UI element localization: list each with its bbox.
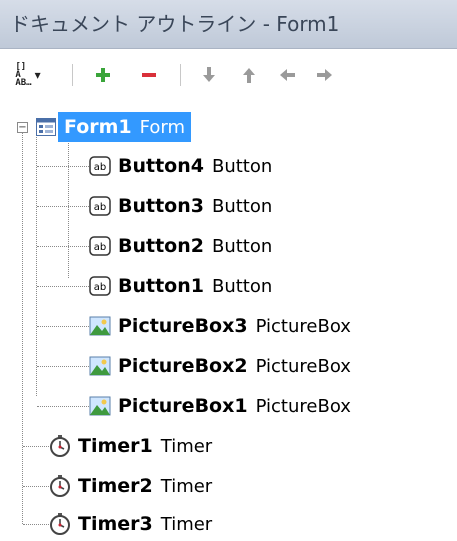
tree-node-timer2[interactable]: Timer2 Timer bbox=[48, 469, 212, 503]
move-down-button[interactable] bbox=[198, 50, 220, 100]
panel-title-bar: ドキュメント アウトライン - Form1 bbox=[0, 0, 457, 49]
svg-text:ab: ab bbox=[94, 202, 106, 213]
arrow-down-icon bbox=[203, 67, 215, 82]
tree-connector bbox=[68, 140, 69, 278]
tree-node-button1[interactable]: ab Button1 Button bbox=[88, 269, 272, 303]
svg-text:ab: ab bbox=[94, 242, 106, 253]
tree-node-timer1[interactable]: Timer1 Timer bbox=[48, 429, 212, 463]
tree-connector bbox=[37, 286, 89, 287]
svg-text:ab: ab bbox=[94, 162, 106, 173]
button-icon: ab bbox=[88, 274, 112, 298]
node-name: PictureBox2 bbox=[118, 355, 248, 377]
collapse-toggle[interactable]: − bbox=[17, 122, 28, 133]
tree-connector bbox=[37, 326, 89, 327]
node-type: Timer bbox=[160, 435, 213, 457]
tree-node-button4[interactable]: ab Button4 Button bbox=[88, 149, 272, 183]
tree-connector bbox=[37, 366, 89, 367]
node-name: Timer2 bbox=[78, 475, 153, 497]
minus-glyph: − bbox=[18, 122, 27, 133]
button-icon: ab bbox=[88, 154, 112, 178]
node-type: Button bbox=[211, 155, 273, 177]
panel-title: ドキュメント アウトライン - Form1 bbox=[10, 12, 340, 36]
button-icon: ab bbox=[88, 194, 112, 218]
add-button[interactable] bbox=[92, 50, 114, 100]
button-icon: ab bbox=[88, 234, 112, 258]
node-type: Button bbox=[211, 195, 273, 217]
remove-button[interactable] bbox=[138, 50, 160, 100]
tree-connector bbox=[23, 486, 49, 487]
tree-node-picturebox2[interactable]: PictureBox2 PictureBox bbox=[88, 349, 351, 383]
tree-connector bbox=[23, 524, 49, 525]
minus-icon bbox=[142, 73, 156, 77]
tree-connector bbox=[23, 446, 49, 447]
timer-icon bbox=[48, 512, 72, 536]
plus-icon bbox=[96, 68, 110, 82]
node-name: Timer1 bbox=[78, 435, 153, 457]
node-type: Form bbox=[139, 116, 185, 138]
toolbar: [] A AB… ▾ bbox=[0, 50, 457, 100]
sort-dropdown-button[interactable]: [] A AB… ▾ bbox=[8, 50, 48, 100]
tree-connector bbox=[22, 130, 23, 524]
node-name: PictureBox1 bbox=[118, 395, 248, 417]
picturebox-icon bbox=[88, 314, 112, 338]
arrow-left-icon bbox=[280, 69, 295, 81]
timer-icon bbox=[48, 474, 72, 498]
toolbar-separator bbox=[180, 64, 181, 86]
tree-node-button3[interactable]: ab Button3 Button bbox=[88, 189, 272, 223]
outline-tree: − Form1 Form ab Button4 Button ab Button… bbox=[0, 100, 457, 540]
arrow-up-icon bbox=[243, 68, 255, 83]
node-name: Form1 bbox=[64, 116, 132, 138]
form-icon bbox=[34, 115, 58, 139]
node-type: Timer bbox=[160, 513, 213, 535]
node-name: Timer3 bbox=[78, 513, 153, 535]
node-type: PictureBox bbox=[255, 315, 351, 337]
tree-connector bbox=[37, 246, 89, 247]
move-left-button[interactable] bbox=[276, 50, 298, 100]
move-right-button[interactable] bbox=[314, 50, 336, 100]
move-up-button[interactable] bbox=[238, 50, 260, 100]
node-type: Timer bbox=[160, 475, 213, 497]
tree-connector bbox=[37, 206, 89, 207]
node-type: PictureBox bbox=[255, 355, 351, 377]
node-name: PictureBox3 bbox=[118, 315, 248, 337]
node-name: Button2 bbox=[118, 235, 204, 257]
timer-icon bbox=[48, 434, 72, 458]
node-type: Button bbox=[211, 275, 273, 297]
selected-label: Form1 Form bbox=[58, 112, 191, 142]
sort-icon: [] A AB… bbox=[15, 62, 32, 88]
tree-node-form1[interactable]: Form1 Form bbox=[34, 110, 191, 144]
arrow-right-icon bbox=[317, 69, 332, 81]
tree-node-picturebox3[interactable]: PictureBox3 PictureBox bbox=[88, 309, 351, 343]
toolbar-separator bbox=[72, 64, 73, 86]
node-type: Button bbox=[211, 235, 273, 257]
chevron-down-icon: ▾ bbox=[34, 68, 41, 82]
node-type: PictureBox bbox=[255, 395, 351, 417]
tree-node-button2[interactable]: ab Button2 Button bbox=[88, 229, 272, 263]
picturebox-icon bbox=[88, 394, 112, 418]
picturebox-icon bbox=[88, 354, 112, 378]
svg-text:ab: ab bbox=[94, 282, 106, 293]
node-name: Button4 bbox=[118, 155, 204, 177]
tree-connector bbox=[37, 166, 89, 167]
node-name: Button3 bbox=[118, 195, 204, 217]
tree-connector bbox=[37, 406, 89, 407]
tree-node-timer3[interactable]: Timer3 Timer bbox=[48, 507, 212, 541]
tree-node-picturebox1[interactable]: PictureBox1 PictureBox bbox=[88, 389, 351, 423]
tree-connector bbox=[36, 128, 37, 396]
node-name: Button1 bbox=[118, 275, 204, 297]
